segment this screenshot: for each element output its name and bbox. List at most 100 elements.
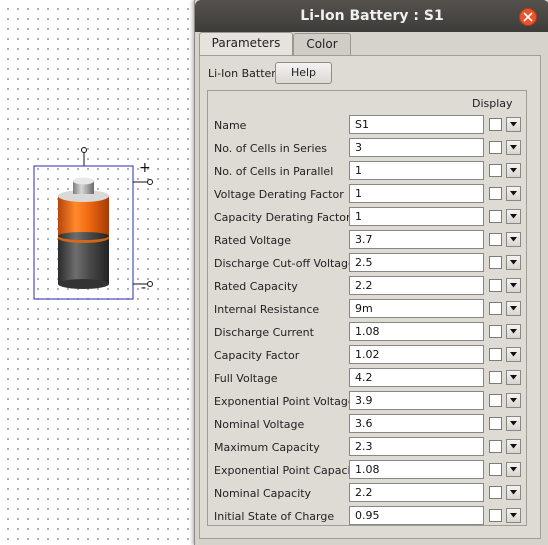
param-label: Capacity Factor xyxy=(214,349,300,362)
display-dropdown-button[interactable] xyxy=(506,439,521,454)
display-checkbox[interactable] xyxy=(489,440,502,453)
tab-parameters[interactable]: Parameters xyxy=(199,32,293,56)
param-label: No. of Cells in Series xyxy=(214,142,327,155)
display-checkbox[interactable] xyxy=(489,509,502,522)
triangle-down-icon xyxy=(510,352,517,357)
display-dropdown-button[interactable] xyxy=(506,209,521,224)
param-row: Discharge Cut-off Voltage 2.5 xyxy=(0,253,548,276)
display-dropdown-button[interactable] xyxy=(506,117,521,132)
param-row: Voltage Derating Factor 1 xyxy=(0,184,548,207)
window-title: Li-Ion Battery : S1 xyxy=(300,8,444,24)
param-label: Discharge Current xyxy=(214,326,314,339)
param-label: Exponential Point Voltage xyxy=(214,395,355,408)
param-value-input[interactable]: 4.2 xyxy=(349,368,484,387)
display-dropdown-button[interactable] xyxy=(506,324,521,339)
param-row: Nominal Capacity 2.2 xyxy=(0,483,548,506)
param-row: Discharge Current 1.08 xyxy=(0,322,548,345)
param-label: Internal Resistance xyxy=(214,303,320,316)
param-label: Nominal Capacity xyxy=(214,487,312,500)
tab-color[interactable]: Color xyxy=(293,33,351,55)
display-checkbox[interactable] xyxy=(489,233,502,246)
display-checkbox[interactable] xyxy=(489,164,502,177)
display-checkbox[interactable] xyxy=(489,256,502,269)
display-dropdown-button[interactable] xyxy=(506,393,521,408)
param-value-input[interactable]: S1 xyxy=(349,115,484,134)
display-checkbox[interactable] xyxy=(489,394,502,407)
param-row: No. of Cells in Series 3 xyxy=(0,138,548,161)
param-row: Internal Resistance 9m xyxy=(0,299,548,322)
param-label: Name xyxy=(214,119,247,132)
display-checkbox[interactable] xyxy=(489,325,502,338)
param-value-input[interactable]: 1.08 xyxy=(349,460,484,479)
display-checkbox[interactable] xyxy=(489,371,502,384)
triangle-down-icon xyxy=(510,490,517,495)
close-icon xyxy=(523,12,533,22)
display-dropdown-button[interactable] xyxy=(506,278,521,293)
param-value-input[interactable]: 1 xyxy=(349,184,484,203)
help-button[interactable]: Help xyxy=(275,62,332,84)
display-dropdown-button[interactable] xyxy=(506,186,521,201)
param-value-input[interactable]: 3 xyxy=(349,138,484,157)
display-dropdown-button[interactable] xyxy=(506,163,521,178)
param-value-input[interactable]: 1 xyxy=(349,161,484,180)
triangle-down-icon xyxy=(510,283,517,288)
param-label: Initial State of Charge xyxy=(214,510,335,523)
param-value-input[interactable]: 1 xyxy=(349,207,484,226)
display-dropdown-button[interactable] xyxy=(506,416,521,431)
param-value-input[interactable]: 1.08 xyxy=(349,322,484,341)
triangle-down-icon xyxy=(510,421,517,426)
param-value-input[interactable]: 2.3 xyxy=(349,437,484,456)
param-row: Nominal Voltage 3.6 xyxy=(0,414,548,437)
display-dropdown-button[interactable] xyxy=(506,370,521,385)
display-dropdown-button[interactable] xyxy=(506,462,521,477)
display-dropdown-button[interactable] xyxy=(506,301,521,316)
param-value-input[interactable]: 3.9 xyxy=(349,391,484,410)
param-value-input[interactable]: 0.95 xyxy=(349,506,484,525)
param-row: Capacity Factor 1.02 xyxy=(0,345,548,368)
triangle-down-icon xyxy=(510,306,517,311)
display-checkbox[interactable] xyxy=(489,210,502,223)
param-row: Maximum Capacity 2.3 xyxy=(0,437,548,460)
triangle-down-icon xyxy=(510,329,517,334)
param-label: Exponential Point Capacity xyxy=(214,464,362,477)
display-dropdown-button[interactable] xyxy=(506,347,521,362)
param-value-input[interactable]: 2.2 xyxy=(349,483,484,502)
close-button[interactable] xyxy=(519,8,537,26)
param-value-input[interactable]: 2.5 xyxy=(349,253,484,272)
title-bar[interactable]: Li-Ion Battery : S1 xyxy=(195,0,548,32)
display-dropdown-button[interactable] xyxy=(506,508,521,523)
triangle-down-icon xyxy=(510,214,517,219)
display-checkbox[interactable] xyxy=(489,348,502,361)
param-value-input[interactable]: 9m xyxy=(349,299,484,318)
display-checkbox[interactable] xyxy=(489,279,502,292)
param-value-input[interactable]: 3.7 xyxy=(349,230,484,249)
param-label: Discharge Cut-off Voltage xyxy=(214,257,355,270)
display-dropdown-button[interactable] xyxy=(506,485,521,500)
param-value-input[interactable]: 3.6 xyxy=(349,414,484,433)
triangle-down-icon xyxy=(510,444,517,449)
triangle-down-icon xyxy=(510,237,517,242)
param-label: Maximum Capacity xyxy=(214,441,320,454)
display-checkbox[interactable] xyxy=(489,302,502,315)
display-checkbox[interactable] xyxy=(489,118,502,131)
param-row: No. of Cells in Parallel 1 xyxy=(0,161,548,184)
triangle-down-icon xyxy=(510,398,517,403)
param-row: Exponential Point Voltage 3.9 xyxy=(0,391,548,414)
param-row: Capacity Derating Factor 1 xyxy=(0,207,548,230)
display-checkbox[interactable] xyxy=(489,486,502,499)
display-checkbox[interactable] xyxy=(489,463,502,476)
display-checkbox[interactable] xyxy=(489,417,502,430)
triangle-down-icon xyxy=(510,122,517,127)
param-label: No. of Cells in Parallel xyxy=(214,165,334,178)
param-label: Full Voltage xyxy=(214,372,278,385)
display-checkbox[interactable] xyxy=(489,141,502,154)
param-row: Full Voltage 4.2 xyxy=(0,368,548,391)
display-dropdown-button[interactable] xyxy=(506,140,521,155)
display-checkbox[interactable] xyxy=(489,187,502,200)
triangle-down-icon xyxy=(510,467,517,472)
display-dropdown-button[interactable] xyxy=(506,255,521,270)
section-label: Li-Ion Battery xyxy=(208,67,283,80)
display-dropdown-button[interactable] xyxy=(506,232,521,247)
param-value-input[interactable]: 2.2 xyxy=(349,276,484,295)
param-value-input[interactable]: 1.02 xyxy=(349,345,484,364)
